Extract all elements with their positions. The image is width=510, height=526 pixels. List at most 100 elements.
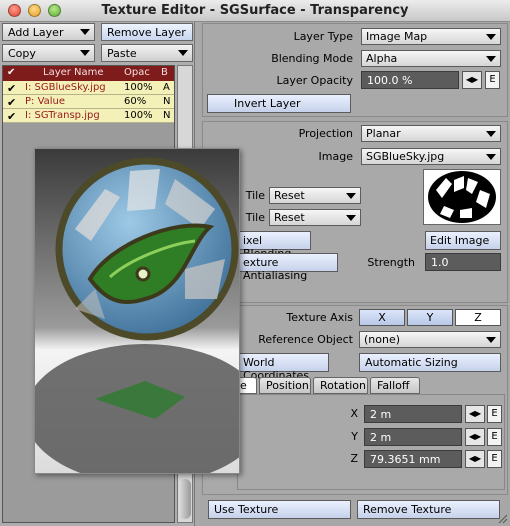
layer-blend: N: [163, 96, 171, 107]
scale-y-label: Y: [351, 430, 358, 443]
layer-enabled-check[interactable]: ✔: [7, 82, 16, 95]
axis-x-button[interactable]: X: [359, 309, 405, 326]
render-preview-graphic: [25, 149, 265, 484]
use-texture-button[interactable]: Use Texture: [208, 500, 351, 519]
layer-enabled-check[interactable]: ✔: [7, 96, 16, 109]
layer-row[interactable]: ✔ I: SGTransp.jpg 100% N: [3, 109, 174, 123]
blend-column-header[interactable]: B: [161, 67, 168, 78]
layer-name: I: SGTransp.jpg: [25, 110, 100, 121]
texture-antialiasing-button[interactable]: exture Antialiasing: [237, 253, 338, 282]
scale-x-envelope-button[interactable]: E: [487, 405, 502, 423]
layer-blend: N: [163, 110, 171, 121]
reference-object-value: (none): [364, 333, 401, 346]
layer-blend: A: [163, 82, 170, 93]
chevron-down-icon: [486, 56, 496, 62]
image-thumbnail-graphic: [424, 170, 500, 224]
layer-opacity: 100%: [124, 82, 153, 93]
pixel-blending-button[interactable]: ixel Blending: [237, 231, 311, 260]
blending-mode-dropdown[interactable]: Alpha: [361, 50, 501, 67]
layer-type-dropdown[interactable]: Image Map: [361, 28, 501, 45]
layer-list-header: ✔ Layer Name Opac B: [3, 66, 174, 81]
scale-x-label: X: [350, 407, 358, 420]
layer-enabled-check[interactable]: ✔: [7, 110, 16, 123]
image-thumbnail: [423, 169, 501, 225]
layer-type-value: Image Map: [366, 30, 428, 43]
paste-label: Paste: [107, 47, 137, 60]
scale-x-field[interactable]: 2 m: [364, 405, 462, 423]
width-tile-dropdown[interactable]: Reset: [269, 187, 361, 204]
reference-object-dropdown[interactable]: (none): [359, 331, 501, 348]
opacity-stepper-icon[interactable]: ◀▶: [462, 71, 482, 89]
title-bar: Texture Editor - SGSurface - Transparenc…: [0, 0, 510, 22]
strength-label: Strength: [367, 256, 415, 269]
tile-label: Tile: [245, 211, 265, 224]
chevron-down-icon: [80, 29, 90, 35]
opac-column-header[interactable]: Opac: [124, 67, 150, 78]
layer-opacity-label: Layer Opacity: [276, 74, 353, 87]
tab-falloff[interactable]: Falloff: [370, 377, 420, 394]
automatic-sizing-button[interactable]: Automatic Sizing: [359, 353, 501, 372]
remove-layer-button[interactable]: Remove Layer: [101, 23, 193, 41]
axis-y-button[interactable]: Y: [407, 309, 453, 326]
layer-opacity: 60%: [124, 96, 147, 107]
chevron-down-icon: [486, 131, 496, 137]
projection-dropdown[interactable]: Planar: [361, 125, 501, 142]
scale-z-field[interactable]: 79.3651 mm: [364, 450, 462, 468]
chevron-down-icon: [346, 215, 356, 221]
tab-scale[interactable]: e: [237, 377, 257, 394]
copy-button[interactable]: Copy: [2, 44, 95, 62]
edit-image-button[interactable]: Edit Image: [425, 231, 501, 250]
scale-y-stepper-icon[interactable]: ◀▶: [465, 428, 485, 446]
tile-value: Reset: [274, 189, 305, 202]
scale-z-label: Z: [350, 452, 358, 465]
scale-x-stepper-icon[interactable]: ◀▶: [465, 405, 485, 423]
invert-layer-button[interactable]: Invert Layer: [207, 94, 351, 113]
layer-opacity: 100%: [124, 110, 153, 121]
paste-button[interactable]: Paste: [101, 44, 193, 62]
axis-z-button[interactable]: Z: [455, 309, 501, 326]
remove-texture-button[interactable]: Remove Texture: [357, 500, 500, 519]
scale-y-envelope-button[interactable]: E: [487, 428, 502, 446]
layer-name: P: Value: [25, 96, 66, 107]
tile-value: Reset: [274, 211, 305, 224]
image-settings-section: Projection Planar Image SGBlueSky.jpg Ti…: [202, 121, 508, 303]
chevron-down-icon: [80, 50, 90, 56]
blending-mode-value: Alpha: [366, 52, 398, 65]
strength-field[interactable]: 1.0: [425, 253, 501, 271]
layer-name: I: SGBlueSky.jpg: [25, 82, 106, 93]
tab-position[interactable]: Position: [259, 377, 311, 394]
mapping-section: Texture Axis X Y Z Reference Object (non…: [202, 305, 508, 495]
opacity-envelope-button[interactable]: E: [485, 71, 500, 89]
add-layer-button[interactable]: Add Layer: [2, 23, 95, 41]
layer-type-label: Layer Type: [293, 30, 353, 43]
chevron-down-icon: [486, 337, 496, 343]
height-tile-dropdown[interactable]: Reset: [269, 209, 361, 226]
scale-y-field[interactable]: 2 m: [364, 428, 462, 446]
texture-preview-image: [25, 148, 265, 484]
image-dropdown[interactable]: SGBlueSky.jpg: [361, 148, 501, 165]
world-coordinates-button[interactable]: World Coordinates: [237, 353, 329, 382]
blending-mode-label: Blending Mode: [271, 52, 353, 65]
projection-value: Planar: [366, 127, 401, 140]
texture-axis-selector: X Y Z: [359, 309, 503, 327]
layer-row[interactable]: ✔ P: Value 60% N: [3, 95, 174, 109]
window-title: Texture Editor - SGSurface - Transparenc…: [101, 3, 409, 18]
scale-z-stepper-icon[interactable]: ◀▶: [465, 450, 485, 468]
copy-label: Copy: [8, 47, 36, 60]
scrollbar-thumb[interactable]: [179, 479, 191, 519]
tab-rotation[interactable]: Rotation: [313, 377, 368, 394]
tile-label: Tile: [245, 189, 265, 202]
name-column-header[interactable]: Layer Name: [43, 67, 104, 78]
resize-grip-icon[interactable]: [496, 512, 508, 524]
layer-opacity-field[interactable]: 100.0 %: [361, 71, 459, 89]
chevron-down-icon: [486, 154, 496, 160]
texture-editor-window: Texture Editor - SGSurface - Transparenc…: [0, 0, 510, 526]
scale-z-envelope-button[interactable]: E: [487, 450, 502, 468]
chevron-down-icon: [178, 50, 188, 56]
layer-row[interactable]: ✔ I: SGBlueSky.jpg 100% A: [3, 81, 174, 95]
add-layer-label: Add Layer: [8, 26, 64, 39]
check-column-header: ✔: [7, 67, 16, 78]
properties-panel: Layer Type Image Map Blending Mode Alpha…: [200, 22, 510, 526]
chevron-down-icon: [346, 193, 356, 199]
scale-tab-panel: X 2 m ◀▶ E Y 2 m ◀▶ E Z 79.3651 mm ◀▶ E: [237, 394, 505, 490]
